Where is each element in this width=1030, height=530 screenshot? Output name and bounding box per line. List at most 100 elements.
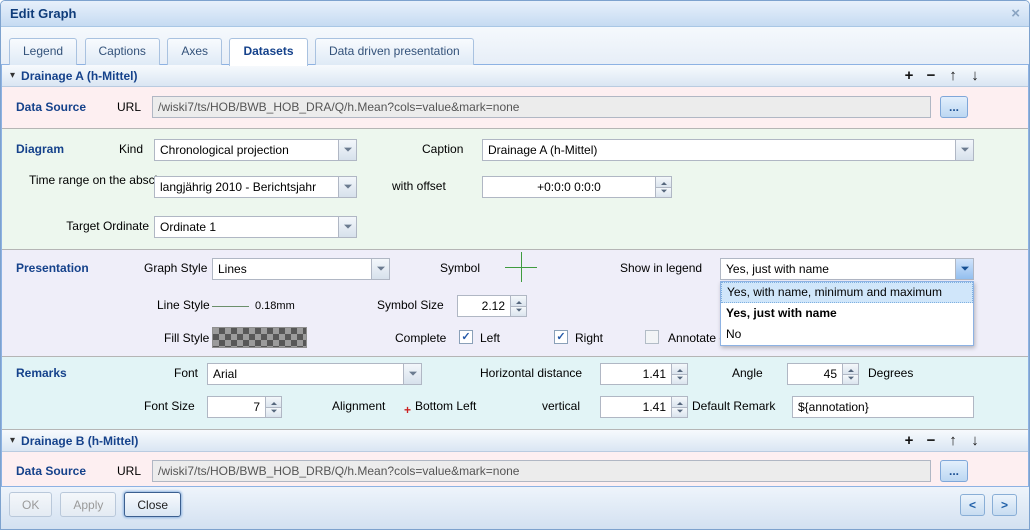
line-style-preview[interactable] [212,306,249,307]
pager: < > [960,492,1017,516]
show-in-legend-label: Show in legend [620,261,703,275]
font-size-spin-buttons [265,397,281,417]
graph-style-combo[interactable]: Lines [212,258,390,280]
time-range-combo[interactable]: langjährig 2010 - Berichtsjahr [154,176,357,198]
left-checkbox[interactable]: ✓ [459,330,473,344]
collapse-icon[interactable]: ▾ [10,70,15,81]
time-range-dropdown-icon[interactable] [338,177,356,197]
font-value: Arial [213,367,238,381]
symbol-size-spin-buttons [510,296,526,316]
vertical-distance-spinner[interactable]: 1.41 [600,396,688,418]
close-icon[interactable]: × [1011,6,1020,21]
remove-dataset-icon[interactable]: − [920,431,942,451]
datasets-panel-body: ▾ Drainage A (h-Mittel) + − ↑ ↓ Data Sou… [1,65,1029,488]
collapse-icon[interactable]: ▾ [10,435,15,446]
font-dropdown-icon[interactable] [403,364,421,384]
move-up-icon[interactable]: ↑ [942,431,964,451]
url-label: URL [117,464,142,478]
tab-legend[interactable]: Legend [9,38,78,65]
graph-style-dropdown-icon[interactable] [371,259,389,279]
horizontal-distance-label: Horizontal distance [480,366,583,380]
time-range-value: langjährig 2010 - Berichtsjahr [160,180,317,194]
fill-style-preview[interactable] [212,327,307,348]
spin-down-icon[interactable] [843,374,858,384]
alignment-anchor-icon: + [404,403,412,417]
tab-captions[interactable]: Captions [84,38,160,65]
dropdown-option[interactable]: Yes, with name, minimum and maximum [721,282,973,303]
horizontal-distance-spinner[interactable]: 1.41 [600,363,688,385]
spin-up-icon[interactable] [672,364,687,375]
remove-dataset-icon[interactable]: − [920,66,942,86]
tab-axes[interactable]: Axes [167,38,223,65]
dialog-footer: OK Apply Close < > [1,486,1029,529]
remarks-section: Remarks Font Arial Horizontal distance 1… [2,357,1028,430]
symbol-preview-cross-icon [505,252,537,282]
symbol-label: Symbol [440,261,481,275]
next-page-button[interactable]: > [992,494,1017,516]
caption-combo[interactable]: Drainage A (h-Mittel) [482,139,974,161]
spin-up-icon[interactable] [266,397,281,408]
kind-value: Chronological projection [160,143,289,157]
presentation-section: Presentation Graph Style Lines Symbol Sh… [2,250,1028,357]
move-down-icon[interactable]: ↓ [964,66,986,86]
show-in-legend-combo[interactable]: Yes, just with name [720,258,974,280]
vertical-distance-value: 1.41 [642,400,666,414]
right-checkbox[interactable]: ✓ [554,330,568,344]
tab-bar: Legend Captions Axes Datasets Data drive… [1,27,1029,66]
browse-url-button-b[interactable]: ... [940,460,968,482]
spin-up-icon[interactable] [511,296,526,307]
panel-a-toolbar: + − ↑ ↓ [898,66,986,86]
spin-down-icon[interactable] [672,407,687,417]
add-dataset-icon[interactable]: + [898,66,920,86]
ok-button[interactable]: OK [9,492,53,517]
spin-up-icon[interactable] [656,177,671,188]
font-size-spinner[interactable]: 7 [207,396,282,418]
panel-header-drainage-b[interactable]: ▾ Drainage B (h-Mittel) + − ↑ ↓ [2,430,1028,452]
offset-spinner[interactable]: +0:0:0 0:0:0 [482,176,672,198]
kind-dropdown-icon[interactable] [338,140,356,160]
spin-down-icon[interactable] [656,187,671,197]
angle-spinner[interactable]: 45 [787,363,859,385]
apply-button[interactable]: Apply [60,492,117,517]
kind-combo[interactable]: Chronological projection [154,139,357,161]
dropdown-option[interactable]: No [721,324,973,345]
diagram-section: Diagram Kind Chronological projection Ca… [2,129,1028,250]
vertical-label: vertical [542,399,581,413]
tab-datasets[interactable]: Datasets [229,38,308,66]
spin-up-icon[interactable] [843,364,858,375]
url-input-a[interactable]: /wiski7/ts/HOB/BWB_HOB_DRA/Q/h.Mean?cols… [152,96,931,118]
spin-up-icon[interactable] [672,397,687,408]
show-in-legend-dropdown-icon[interactable] [955,259,973,279]
panel-title-drainage-a: Drainage A (h-Mittel) [21,68,138,83]
presentation-label: Presentation [16,261,89,275]
caption-dropdown-icon[interactable] [955,140,973,160]
previous-page-button[interactable]: < [960,494,985,516]
url-input-b[interactable]: /wiski7/ts/HOB/BWB_HOB_DRB/Q/h.Mean?cols… [152,460,931,482]
panel-header-drainage-a[interactable]: ▾ Drainage A (h-Mittel) + − ↑ ↓ [2,65,1028,87]
spin-down-icon[interactable] [672,374,687,384]
font-combo[interactable]: Arial [207,363,422,385]
spin-down-icon[interactable] [266,407,281,417]
degrees-label: Degrees [868,366,914,380]
browse-url-button-a[interactable]: ... [940,96,968,118]
add-dataset-icon[interactable]: + [898,431,920,451]
close-button[interactable]: Close [124,492,182,517]
symbol-size-spinner[interactable]: 2.12 [457,295,527,317]
panel-title-drainage-b: Drainage B (h-Mittel) [21,433,139,448]
tab-data-driven-presentation[interactable]: Data driven presentation [314,38,474,65]
alignment-value[interactable]: Bottom Left [415,399,476,413]
annotate-checkbox[interactable] [645,330,659,344]
target-ordinate-combo[interactable]: Ordinate 1 [154,216,357,238]
move-down-icon[interactable]: ↓ [964,431,986,451]
symbol-size-label: Symbol Size [377,298,444,312]
target-ordinate-dropdown-icon[interactable] [338,217,356,237]
font-size-value: 7 [253,400,260,414]
left-label: Left [480,331,501,345]
caption-label: Caption [422,142,464,156]
alignment-label: Alignment [332,399,386,413]
data-source-label: Data Source [16,464,87,478]
move-up-icon[interactable]: ↑ [942,66,964,86]
default-remark-input[interactable]: ${annotation} [792,396,974,418]
dropdown-option[interactable]: Yes, just with name [721,303,973,324]
spin-down-icon[interactable] [511,306,526,316]
